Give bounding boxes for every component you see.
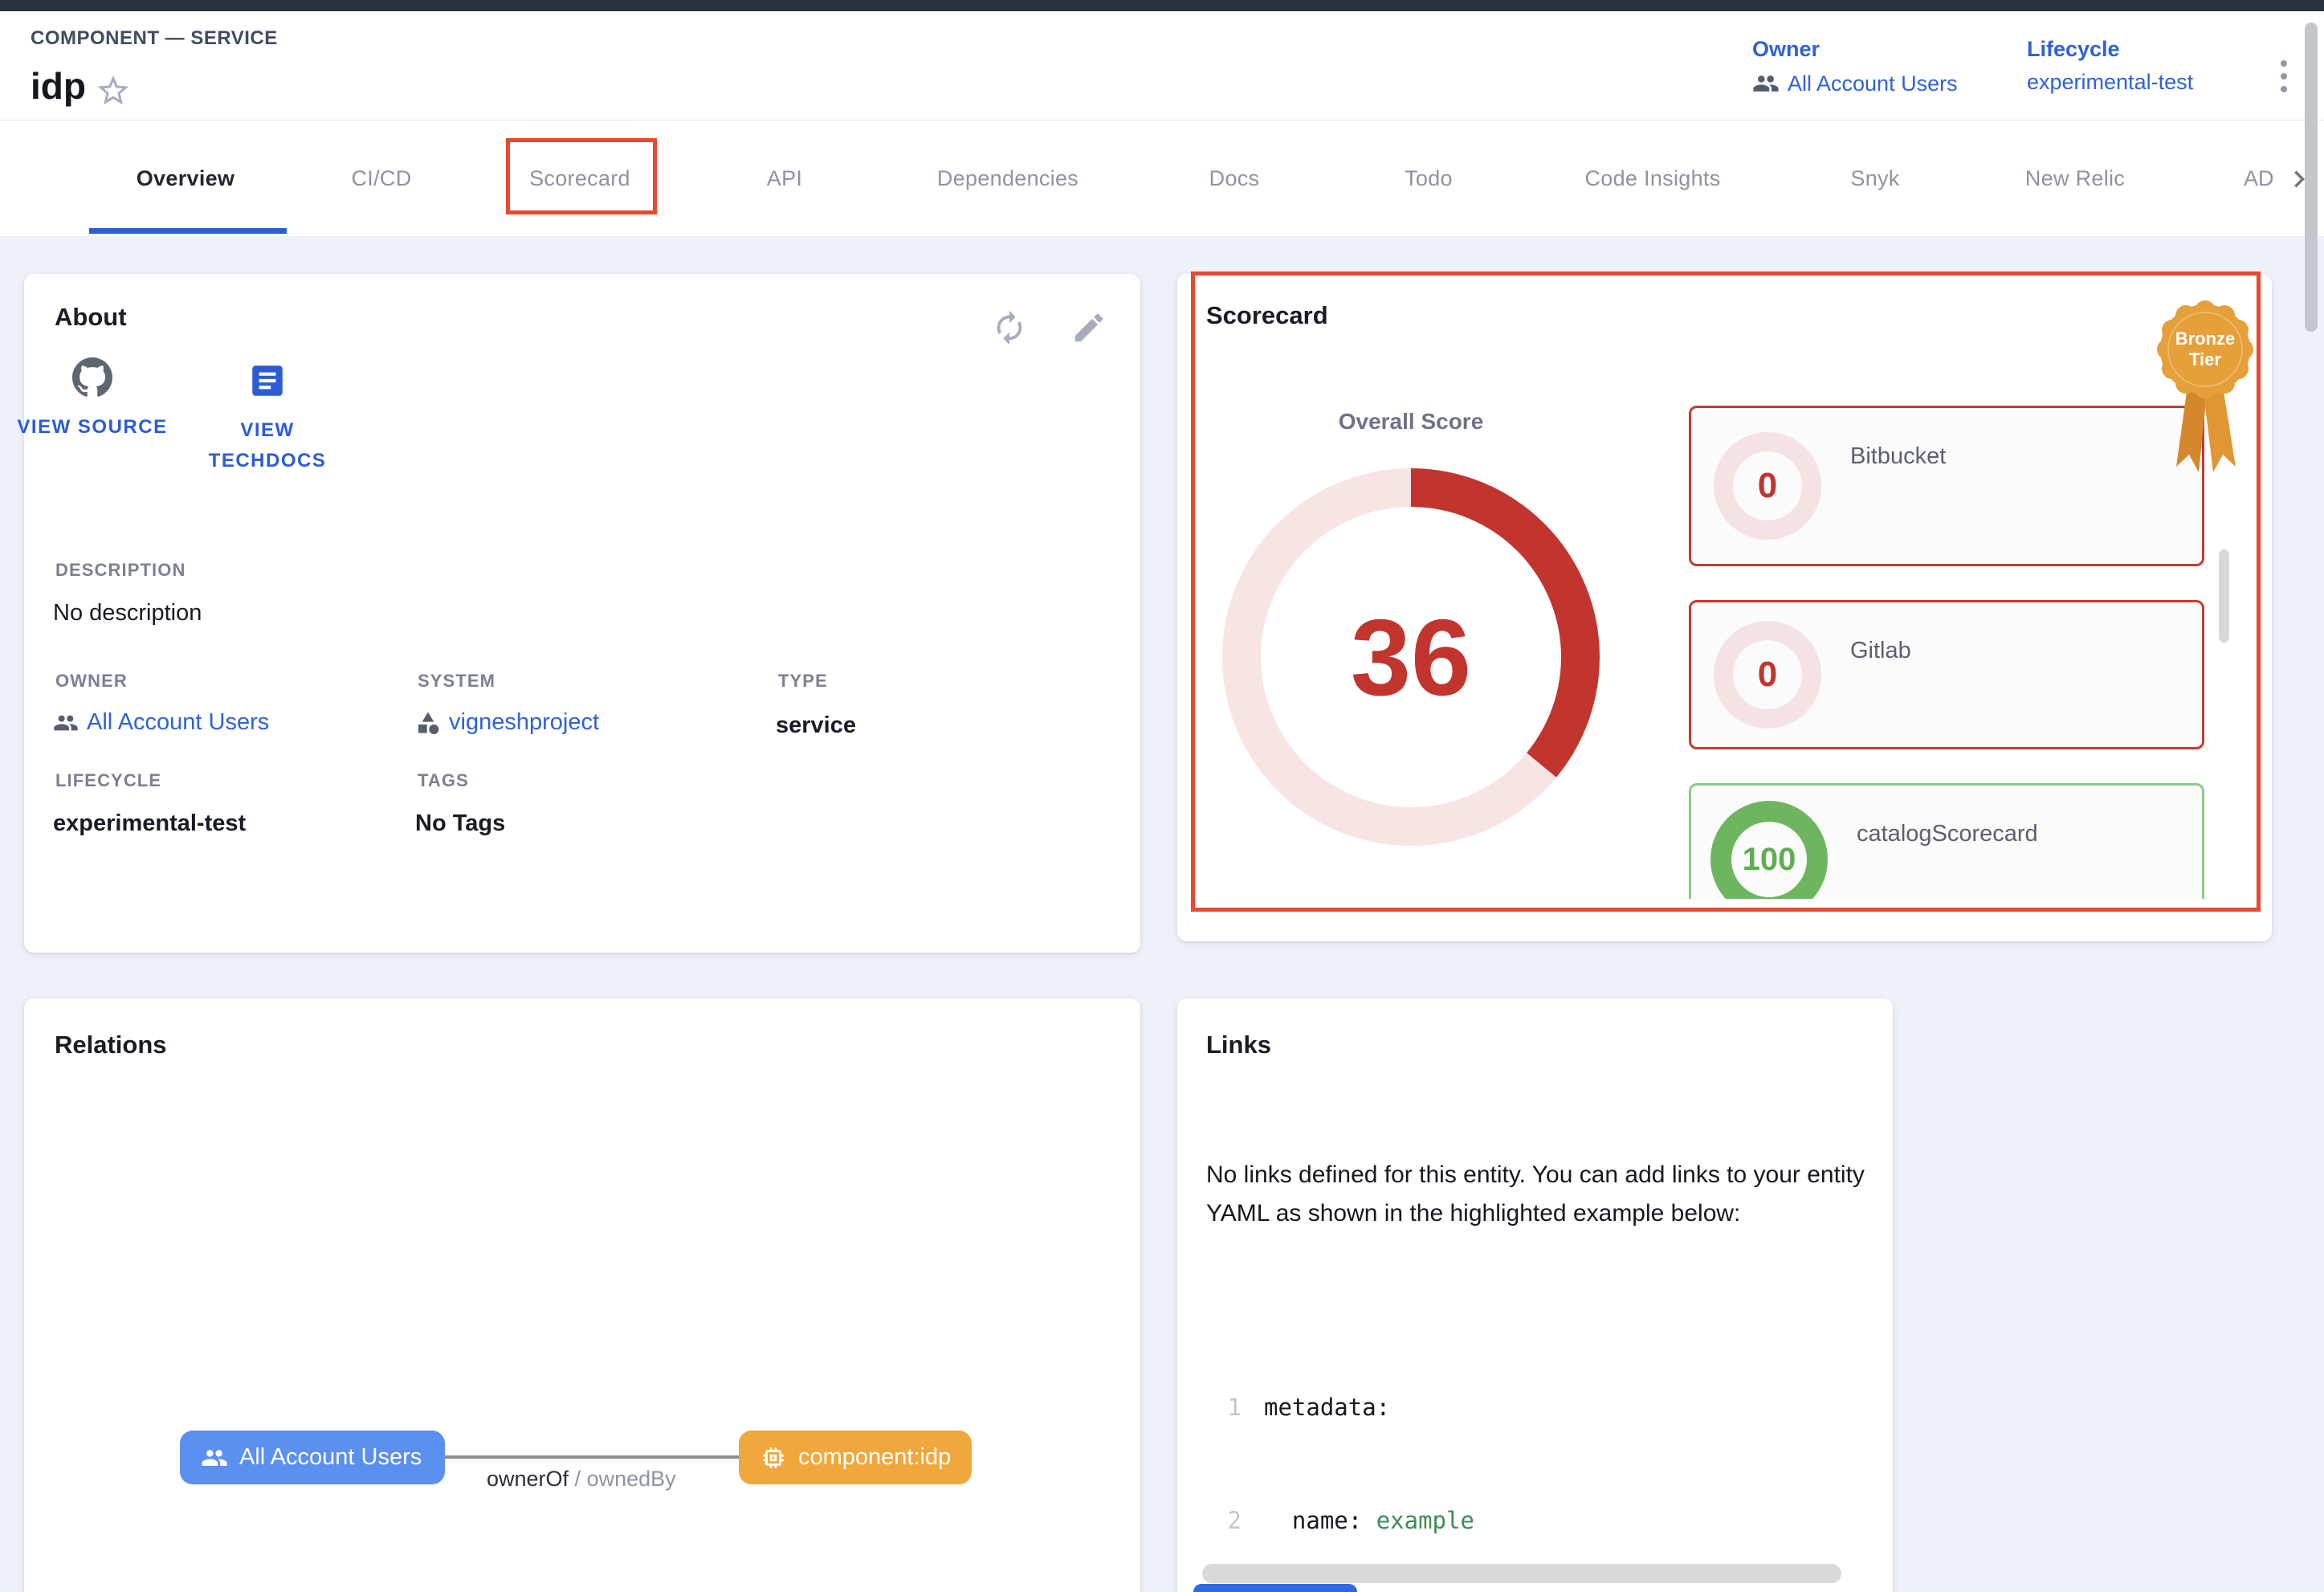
window-top-bar bbox=[0, 0, 2324, 11]
view-techdocs-label: VIEW TECHDOCS bbox=[191, 415, 344, 476]
tab-api[interactable]: API bbox=[767, 120, 802, 237]
view-source-label: VIEW SOURCE bbox=[16, 412, 169, 443]
tags-field-value: No Tags bbox=[415, 810, 505, 837]
tab-cicd[interactable]: CI/CD bbox=[352, 120, 412, 237]
system-field-link[interactable]: vigneshproject bbox=[415, 709, 599, 736]
tab-scorecard[interactable]: Scorecard bbox=[529, 120, 630, 237]
about-card-title: About bbox=[55, 303, 127, 332]
active-tab-indicator bbox=[89, 228, 287, 234]
type-field-value: service bbox=[776, 712, 856, 739]
scorecard-item-catalogscorecard[interactable]: 100 catalogScorecard bbox=[1689, 783, 2204, 899]
relations-card-title: Relations bbox=[55, 1031, 167, 1059]
breadcrumb: COMPONENT — SERVICE bbox=[31, 27, 278, 50]
people-icon bbox=[201, 1444, 228, 1472]
owner-field-link[interactable]: All Account Users bbox=[53, 709, 269, 736]
owner-field-label: OWNER bbox=[55, 671, 128, 692]
tab-dependencies[interactable]: Dependencies bbox=[937, 120, 1078, 237]
scorecard-item-name: catalogScorecard bbox=[1857, 786, 2038, 899]
description-value: No description bbox=[53, 600, 202, 627]
tab-clipped[interactable]: AD bbox=[2244, 120, 2285, 237]
more-options-icon[interactable] bbox=[2268, 48, 2300, 104]
svg-text:Bronze: Bronze bbox=[2175, 329, 2236, 349]
overall-score-label: Overall Score bbox=[1339, 409, 1484, 434]
edit-icon[interactable] bbox=[1070, 309, 1107, 346]
score-ring: 100 bbox=[1710, 801, 1828, 899]
techdocs-doc-icon bbox=[247, 361, 287, 401]
lifecycle-field-label: LIFECYCLE bbox=[55, 770, 161, 791]
scorecard-card-title: Scorecard bbox=[1206, 301, 1328, 330]
tags-field-label: TAGS bbox=[418, 770, 469, 791]
svg-text:Tier: Tier bbox=[2189, 349, 2221, 369]
page-title: idp bbox=[31, 64, 86, 108]
scorecard-item-name: Bitbucket bbox=[1850, 408, 1946, 564]
lifecycle-label: Lifecycle bbox=[2027, 37, 2193, 62]
tab-code-insights[interactable]: Code Insights bbox=[1585, 120, 1721, 237]
people-icon bbox=[1752, 70, 1780, 97]
entity-tabs: Overview CI/CD Scorecard API Dependencie… bbox=[0, 120, 2324, 237]
yaml-example-code-block: 1metadata: 2 name: example 3 links: 4 - … bbox=[1200, 1313, 1869, 1554]
favorite-star-icon[interactable] bbox=[95, 72, 132, 109]
description-label: DESCRIPTION bbox=[55, 560, 186, 581]
owner-link[interactable]: All Account Users bbox=[1752, 70, 1958, 97]
tab-docs[interactable]: Docs bbox=[1209, 120, 1260, 237]
type-field-label: TYPE bbox=[778, 671, 828, 692]
overall-score-value: 36 bbox=[1351, 595, 1471, 720]
entity-header: COMPONENT — SERVICE idp Owner All Accoun… bbox=[0, 11, 2324, 120]
about-card: About VIEW SOURCE VIEW TECHDOCS DESCRIPT… bbox=[24, 274, 1140, 953]
scorecard-item-gitlab[interactable]: 0 Gitlab bbox=[1689, 600, 2204, 749]
header-lifecycle: Lifecycle experimental-test bbox=[2027, 37, 2193, 95]
tab-new-relic[interactable]: New Relic bbox=[2025, 120, 2125, 237]
scorecard-items-list: 0 Bitbucket 0 Gitlab 100 catalogScorecar… bbox=[1689, 406, 2204, 899]
view-source-button[interactable]: VIEW SOURCE bbox=[16, 357, 169, 443]
lifecycle-value: experimental-test bbox=[2027, 70, 2193, 95]
tab-snyk[interactable]: Snyk bbox=[1850, 120, 1899, 237]
tab-todo[interactable]: Todo bbox=[1405, 120, 1453, 237]
scorecard-item-name: Gitlab bbox=[1850, 602, 1911, 747]
code-horizontal-scrollbar[interactable] bbox=[1202, 1564, 1841, 1583]
relation-node-component[interactable]: component:idp bbox=[739, 1431, 972, 1484]
lifecycle-field-value: experimental-test bbox=[53, 810, 246, 837]
refresh-icon[interactable] bbox=[991, 309, 1028, 346]
category-icon bbox=[415, 710, 441, 736]
relation-edge-line bbox=[445, 1455, 739, 1459]
links-card-title: Links bbox=[1206, 1031, 1271, 1059]
github-icon bbox=[72, 357, 112, 398]
page-scrollbar[interactable] bbox=[2305, 22, 2318, 332]
score-ring: 0 bbox=[1714, 432, 1821, 540]
view-techdocs-button[interactable]: VIEW TECHDOCS bbox=[191, 361, 344, 476]
scorecard-card: Scorecard Bronze Tier Overall Score 36 0 bbox=[1177, 274, 2272, 941]
overall-score-gauge: 36 bbox=[1222, 468, 1600, 846]
relation-node-user-group[interactable]: All Account Users bbox=[180, 1431, 445, 1484]
owner-label: Owner bbox=[1752, 37, 1958, 62]
links-empty-text: No links defined for this entity. You ca… bbox=[1206, 1156, 1865, 1233]
header-owner: Owner All Account Users bbox=[1752, 37, 1958, 97]
system-field-label: SYSTEM bbox=[418, 671, 495, 692]
relations-card: Relations All Account Users ownerOf / ow… bbox=[24, 998, 1140, 1592]
bronze-tier-badge: Bronze Tier bbox=[2149, 292, 2261, 480]
score-ring: 0 bbox=[1714, 621, 1821, 729]
scorecard-list-scrollbar[interactable] bbox=[2219, 549, 2229, 643]
people-icon bbox=[53, 710, 79, 736]
scorecard-item-bitbucket[interactable]: 0 Bitbucket bbox=[1689, 406, 2204, 566]
tab-overview[interactable]: Overview bbox=[137, 120, 234, 237]
owner-value[interactable]: All Account Users bbox=[1788, 71, 1958, 96]
links-card: Links No links defined for this entity. … bbox=[1177, 998, 1893, 1592]
relation-edge-label: ownerOf / ownedBy bbox=[487, 1467, 676, 1492]
chip-icon bbox=[760, 1444, 787, 1472]
links-card-button[interactable] bbox=[1193, 1584, 1357, 1592]
